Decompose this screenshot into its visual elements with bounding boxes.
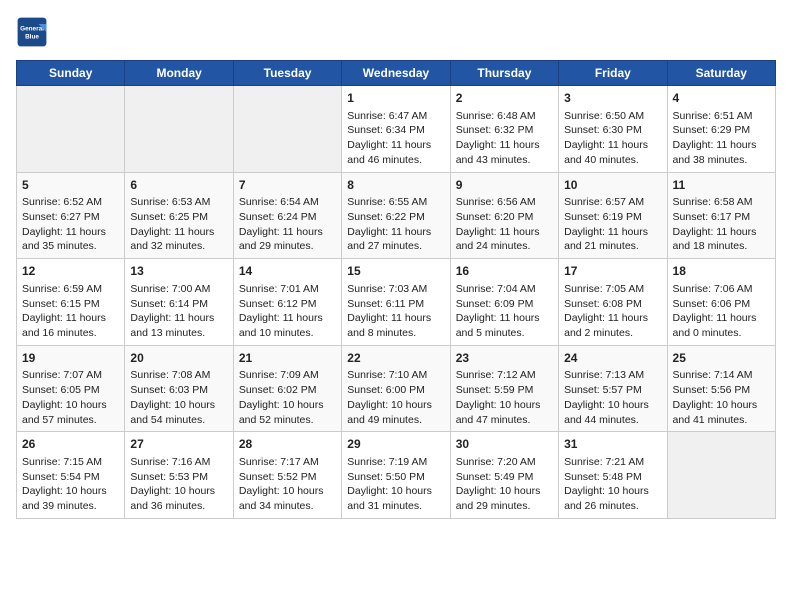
calendar-day-cell: 25Sunrise: 7:14 AMSunset: 5:56 PMDayligh…	[667, 345, 775, 432]
calendar-day-cell: 1Sunrise: 6:47 AMSunset: 6:34 PMDaylight…	[342, 86, 450, 173]
logo: General Blue	[16, 16, 52, 48]
day-number: 1	[347, 90, 444, 107]
calendar-day-cell: 21Sunrise: 7:09 AMSunset: 6:02 PMDayligh…	[233, 345, 341, 432]
day-number: 26	[22, 436, 119, 453]
day-number: 28	[239, 436, 336, 453]
calendar-day-cell: 20Sunrise: 7:08 AMSunset: 6:03 PMDayligh…	[125, 345, 233, 432]
calendar-day-cell	[233, 86, 341, 173]
calendar-day-cell: 15Sunrise: 7:03 AMSunset: 6:11 PMDayligh…	[342, 259, 450, 346]
day-number: 15	[347, 263, 444, 280]
day-number: 25	[673, 350, 770, 367]
calendar-week-row: 12Sunrise: 6:59 AMSunset: 6:15 PMDayligh…	[17, 259, 776, 346]
calendar-day-cell: 27Sunrise: 7:16 AMSunset: 5:53 PMDayligh…	[125, 432, 233, 519]
calendar-day-cell	[125, 86, 233, 173]
calendar-day-cell	[667, 432, 775, 519]
weekday-header: Saturday	[667, 61, 775, 86]
day-number: 24	[564, 350, 661, 367]
day-number: 17	[564, 263, 661, 280]
calendar-table: SundayMondayTuesdayWednesdayThursdayFrid…	[16, 60, 776, 519]
day-number: 19	[22, 350, 119, 367]
calendar-day-cell: 5Sunrise: 6:52 AMSunset: 6:27 PMDaylight…	[17, 172, 125, 259]
day-number: 6	[130, 177, 227, 194]
day-number: 31	[564, 436, 661, 453]
calendar-day-cell: 11Sunrise: 6:58 AMSunset: 6:17 PMDayligh…	[667, 172, 775, 259]
calendar-day-cell: 7Sunrise: 6:54 AMSunset: 6:24 PMDaylight…	[233, 172, 341, 259]
day-number: 27	[130, 436, 227, 453]
calendar-day-cell: 4Sunrise: 6:51 AMSunset: 6:29 PMDaylight…	[667, 86, 775, 173]
calendar-day-cell	[17, 86, 125, 173]
calendar-week-row: 26Sunrise: 7:15 AMSunset: 5:54 PMDayligh…	[17, 432, 776, 519]
day-number: 30	[456, 436, 553, 453]
weekday-header: Tuesday	[233, 61, 341, 86]
calendar-day-cell: 3Sunrise: 6:50 AMSunset: 6:30 PMDaylight…	[559, 86, 667, 173]
calendar-day-cell: 13Sunrise: 7:00 AMSunset: 6:14 PMDayligh…	[125, 259, 233, 346]
calendar-day-cell: 14Sunrise: 7:01 AMSunset: 6:12 PMDayligh…	[233, 259, 341, 346]
svg-text:General: General	[20, 25, 44, 32]
weekday-header-row: SundayMondayTuesdayWednesdayThursdayFrid…	[17, 61, 776, 86]
day-number: 3	[564, 90, 661, 107]
day-number: 22	[347, 350, 444, 367]
day-number: 5	[22, 177, 119, 194]
calendar-day-cell: 12Sunrise: 6:59 AMSunset: 6:15 PMDayligh…	[17, 259, 125, 346]
calendar-day-cell: 24Sunrise: 7:13 AMSunset: 5:57 PMDayligh…	[559, 345, 667, 432]
day-number: 21	[239, 350, 336, 367]
day-number: 14	[239, 263, 336, 280]
day-number: 23	[456, 350, 553, 367]
calendar-day-cell: 2Sunrise: 6:48 AMSunset: 6:32 PMDaylight…	[450, 86, 558, 173]
day-number: 7	[239, 177, 336, 194]
calendar-day-cell: 6Sunrise: 6:53 AMSunset: 6:25 PMDaylight…	[125, 172, 233, 259]
calendar-day-cell: 31Sunrise: 7:21 AMSunset: 5:48 PMDayligh…	[559, 432, 667, 519]
day-number: 13	[130, 263, 227, 280]
day-number: 8	[347, 177, 444, 194]
calendar-day-cell: 26Sunrise: 7:15 AMSunset: 5:54 PMDayligh…	[17, 432, 125, 519]
calendar-day-cell: 19Sunrise: 7:07 AMSunset: 6:05 PMDayligh…	[17, 345, 125, 432]
calendar-day-cell: 29Sunrise: 7:19 AMSunset: 5:50 PMDayligh…	[342, 432, 450, 519]
calendar-day-cell: 18Sunrise: 7:06 AMSunset: 6:06 PMDayligh…	[667, 259, 775, 346]
calendar-body: 1Sunrise: 6:47 AMSunset: 6:34 PMDaylight…	[17, 86, 776, 519]
calendar-day-cell: 28Sunrise: 7:17 AMSunset: 5:52 PMDayligh…	[233, 432, 341, 519]
weekday-header: Wednesday	[342, 61, 450, 86]
calendar-week-row: 1Sunrise: 6:47 AMSunset: 6:34 PMDaylight…	[17, 86, 776, 173]
calendar-day-cell: 23Sunrise: 7:12 AMSunset: 5:59 PMDayligh…	[450, 345, 558, 432]
day-number: 11	[673, 177, 770, 194]
calendar-day-cell: 16Sunrise: 7:04 AMSunset: 6:09 PMDayligh…	[450, 259, 558, 346]
day-number: 10	[564, 177, 661, 194]
page-header: General Blue	[16, 16, 776, 48]
weekday-header: Friday	[559, 61, 667, 86]
calendar-day-cell: 17Sunrise: 7:05 AMSunset: 6:08 PMDayligh…	[559, 259, 667, 346]
day-number: 18	[673, 263, 770, 280]
day-number: 29	[347, 436, 444, 453]
weekday-header: Sunday	[17, 61, 125, 86]
weekday-header: Monday	[125, 61, 233, 86]
day-number: 9	[456, 177, 553, 194]
calendar-week-row: 5Sunrise: 6:52 AMSunset: 6:27 PMDaylight…	[17, 172, 776, 259]
day-number: 16	[456, 263, 553, 280]
svg-text:Blue: Blue	[25, 33, 39, 40]
day-number: 20	[130, 350, 227, 367]
day-number: 4	[673, 90, 770, 107]
day-number: 12	[22, 263, 119, 280]
weekday-header: Thursday	[450, 61, 558, 86]
calendar-day-cell: 22Sunrise: 7:10 AMSunset: 6:00 PMDayligh…	[342, 345, 450, 432]
calendar-day-cell: 10Sunrise: 6:57 AMSunset: 6:19 PMDayligh…	[559, 172, 667, 259]
day-number: 2	[456, 90, 553, 107]
calendar-day-cell: 9Sunrise: 6:56 AMSunset: 6:20 PMDaylight…	[450, 172, 558, 259]
calendar-day-cell: 30Sunrise: 7:20 AMSunset: 5:49 PMDayligh…	[450, 432, 558, 519]
calendar-week-row: 19Sunrise: 7:07 AMSunset: 6:05 PMDayligh…	[17, 345, 776, 432]
calendar-day-cell: 8Sunrise: 6:55 AMSunset: 6:22 PMDaylight…	[342, 172, 450, 259]
logo-icon: General Blue	[16, 16, 48, 48]
